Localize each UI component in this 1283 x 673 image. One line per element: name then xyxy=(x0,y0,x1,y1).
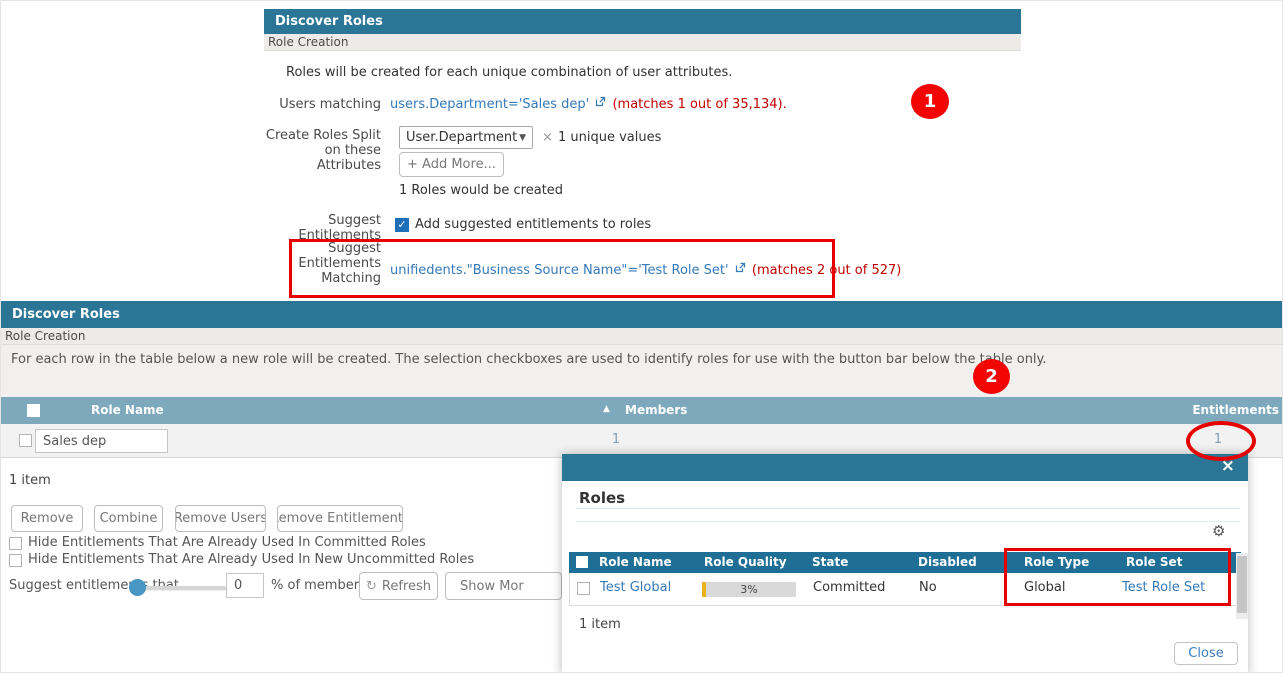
select-all-checkbox[interactable] xyxy=(27,404,40,417)
role-name-input[interactable] xyxy=(35,429,168,453)
bottom-panel-section-label: Role Creation xyxy=(1,328,1283,345)
role-set-link[interactable]: Test Role Set xyxy=(1122,580,1205,595)
annotation-badge-1: 1 xyxy=(911,84,949,119)
show-more-button[interactable]: Show Mor xyxy=(445,572,562,600)
role-quality-bar: 3% xyxy=(702,582,796,597)
suggest-entitlements-label: Suggest Entitlements xyxy=(264,213,381,243)
state-value: Committed xyxy=(813,580,885,595)
modal-column-role-quality[interactable]: Role Quality xyxy=(704,555,787,569)
modal-column-role-type[interactable]: Role Type xyxy=(1024,555,1089,569)
modal-row-checkbox[interactable] xyxy=(577,582,590,595)
bottom-panel-title: Discover Roles xyxy=(1,301,1283,328)
add-suggested-entitlements-checkbox[interactable] xyxy=(395,218,409,232)
divider xyxy=(576,521,1240,522)
intro-text: Roles will be created for each unique co… xyxy=(286,65,732,80)
modal-table-row: Test Global 3% Committed No Global Test … xyxy=(569,573,1241,606)
split-attribute-selected-value: User.Department xyxy=(406,130,517,145)
top-discover-roles-panel: Discover Roles Role Creation Roles will … xyxy=(264,9,1021,301)
discover-roles-page: Discover Roles Role Creation Roles will … xyxy=(0,0,1283,673)
modal-column-role-name[interactable]: Role Name xyxy=(599,555,672,569)
hide-uncommitted-checkbox[interactable] xyxy=(9,554,22,567)
divider xyxy=(576,508,1240,509)
add-suggested-entitlements-text: Add suggested entitlements to roles xyxy=(415,217,651,232)
items-count: 1 item xyxy=(9,473,51,488)
roles-modal: × Roles ⚙ Role Name Role Quality State D… xyxy=(562,454,1248,673)
percent-slider-track[interactable] xyxy=(134,586,226,591)
external-link-icon[interactable] xyxy=(735,262,746,277)
members-count-link[interactable]: 1 xyxy=(601,432,631,447)
roles-created-count: 1 Roles would be created xyxy=(399,183,563,198)
annotation-badge-2: 2 xyxy=(973,359,1010,394)
multiply-icon: × xyxy=(542,130,553,145)
main-table-header: Role Name ▲ Members Entitlements xyxy=(1,397,1283,424)
scrollbar-track[interactable] xyxy=(1236,553,1248,619)
column-members[interactable]: Members xyxy=(625,403,687,417)
remove-entitlements-button[interactable]: Remove Entitlements xyxy=(277,505,403,532)
combine-button[interactable]: Combine xyxy=(94,505,163,532)
scrollbar-thumb[interactable] xyxy=(1237,556,1247,613)
remove-users-button[interactable]: Remove Users xyxy=(175,505,266,532)
refresh-icon: ↻ xyxy=(366,579,377,594)
modal-column-state[interactable]: State xyxy=(812,555,848,569)
entitlements-count-link[interactable]: 1 xyxy=(1203,432,1233,447)
suggest-entitlements-matching-label: Suggest Entitlements Matching xyxy=(264,241,381,286)
add-more-button[interactable]: + Add More... xyxy=(399,152,504,177)
modal-items-count: 1 item xyxy=(579,617,621,632)
hide-uncommitted-label: Hide Entitlements That Are Already Used … xyxy=(28,552,474,567)
role-name-link[interactable]: Test Global xyxy=(600,580,671,595)
modal-column-role-set[interactable]: Role Set xyxy=(1126,555,1182,569)
suggest-entitlements-result: (matches 2 out of 527) xyxy=(752,263,901,278)
description-text: For each row in the table below a new ro… xyxy=(11,352,1047,367)
role-type-value: Global xyxy=(1024,580,1065,595)
chevron-down-icon: ▼ xyxy=(519,133,526,143)
refresh-button[interactable]: ↻ Refresh xyxy=(359,572,438,600)
users-matching-label: Users matching xyxy=(264,97,381,112)
external-link-icon[interactable] xyxy=(595,96,606,111)
unique-values-text: 1 unique values xyxy=(558,130,661,145)
modal-column-disabled[interactable]: Disabled xyxy=(918,555,977,569)
remove-button[interactable]: Remove xyxy=(11,505,83,532)
top-panel-section-label: Role Creation xyxy=(264,34,1021,51)
modal-header: × xyxy=(562,454,1248,481)
percent-value-input[interactable] xyxy=(226,573,264,598)
hide-committed-label: Hide Entitlements That Are Already Used … xyxy=(28,535,426,550)
hide-committed-checkbox[interactable] xyxy=(9,537,22,550)
users-matching-filter-link[interactable]: users.Department='Sales dep' xyxy=(390,97,589,112)
users-matching-result: (matches 1 out of 35,134). xyxy=(612,97,786,112)
column-role-name[interactable]: Role Name xyxy=(91,403,164,417)
modal-close-button[interactable]: Close xyxy=(1174,642,1238,665)
split-attributes-label: Create Roles Split on these Attributes xyxy=(264,128,381,173)
modal-select-all-checkbox[interactable] xyxy=(576,556,588,568)
column-entitlements[interactable]: Entitlements xyxy=(1192,403,1279,417)
split-attribute-select[interactable]: User.Department ▼ xyxy=(399,126,533,149)
modal-table-header: Role Name Role Quality State Disabled Ro… xyxy=(569,552,1241,573)
modal-title: Roles xyxy=(579,489,625,507)
percent-slider-handle[interactable] xyxy=(129,579,146,596)
top-panel-title: Discover Roles xyxy=(264,9,1021,34)
disabled-value: No xyxy=(919,580,937,595)
close-icon[interactable]: × xyxy=(1221,456,1235,476)
description-strip: For each row in the table below a new ro… xyxy=(1,345,1283,397)
row-select-checkbox[interactable] xyxy=(19,434,32,447)
sort-ascending-icon[interactable]: ▲ xyxy=(603,404,610,414)
quality-percent-text: 3% xyxy=(702,582,796,597)
gear-icon[interactable]: ⚙ xyxy=(1212,522,1225,540)
table-row: 1 1 xyxy=(1,424,1283,458)
suggest-entitlements-filter-link[interactable]: unifiedents."Business Source Name"='Test… xyxy=(390,263,729,278)
